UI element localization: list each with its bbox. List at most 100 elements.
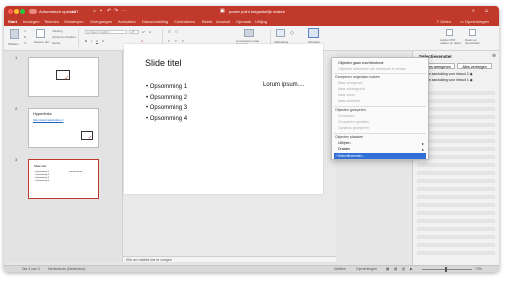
underline-icon[interactable]: U <box>96 39 98 43</box>
adobe-create-icon[interactable] <box>446 29 453 36</box>
smartart-icon[interactable] <box>244 29 254 37</box>
menu-item-group[interactable]: Groeperen <box>338 114 355 118</box>
slideshow-icon[interactable]: ▶ <box>410 267 413 271</box>
current-slide[interactable]: Slide titel • Opsomming 1 • Opsomming 2 … <box>124 44 323 194</box>
share-button[interactable]: ⇪ Delen <box>436 19 451 24</box>
menu-item-bring-front[interactable]: Naar voorgrond <box>338 81 362 85</box>
menu-item-backward[interactable]: Naar achteren <box>338 99 360 103</box>
thumbnail-number: 3 <box>15 157 18 162</box>
slide-bullet-list[interactable]: • Opsomming 1 • Opsomming 2 • Opsomming … <box>146 82 187 124</box>
tab-acrobat[interactable]: Acrobat <box>216 19 230 24</box>
language-indicator[interactable]: Nederlands (Nederland) <box>48 267 85 271</box>
slide-thumbnail-2[interactable]: Hyperlinks https://www.helpwindows.nl ✓ <box>28 108 99 148</box>
tab-overgangen[interactable]: Overgangen <box>90 19 112 24</box>
eye-icon[interactable]: ◉ <box>470 72 473 76</box>
tab-opmaak[interactable]: Opmaak <box>236 19 251 24</box>
tab-ontwerpen[interactable]: Ontwerpen <box>64 19 84 24</box>
italic-icon[interactable]: I <box>91 39 92 43</box>
minimize-window-button[interactable] <box>14 9 19 14</box>
tab-controleren[interactable]: Controleren <box>174 19 195 24</box>
menu-item-align[interactable]: Uitlijnen <box>338 141 350 145</box>
comments-status-button[interactable]: Opmerkingen <box>356 267 377 271</box>
slide-bullet: • Opsomming 2 <box>146 94 188 101</box>
notes-pane[interactable]: Klik om notities toe te voegen <box>123 256 336 262</box>
menu-item-ungroup[interactable]: Groeperen opheffen <box>338 120 369 124</box>
adobe-share-icon[interactable] <box>469 29 476 36</box>
shapes-icon[interactable]: ◇ <box>290 30 294 36</box>
align-left-icon[interactable]: ≡ <box>168 39 170 43</box>
slide-side-text[interactable]: Lorum ipsum.... <box>263 82 304 88</box>
slide-bullet: • Opsomming 3 <box>146 105 188 111</box>
picture-icon[interactable] <box>276 29 285 37</box>
slide-thumbnail-pane: 1 ✓ 2 Hyperlinks https://www.helpwindows… <box>4 51 123 262</box>
zoom-slider[interactable] <box>422 269 472 270</box>
more-icon[interactable]: ⋯ <box>122 8 127 14</box>
menu-item-regroup[interactable]: Opnieuw groeperen <box>338 126 369 130</box>
numbering-icon[interactable]: ☷ <box>175 30 178 34</box>
tab-animaties[interactable]: Animaties <box>118 19 136 24</box>
hide-all-button[interactable]: Alles verbergen <box>457 63 492 69</box>
undo-icon[interactable]: ↶ <box>107 8 111 14</box>
share-label: Delen <box>440 19 451 24</box>
tab-start[interactable]: Start <box>8 19 17 24</box>
arrange-icon[interactable] <box>308 28 319 38</box>
strikethrough-icon[interactable]: S <box>102 39 104 43</box>
account-icon[interactable]: ☺ <box>484 8 489 14</box>
font-color-icon[interactable]: A <box>141 39 143 43</box>
home-icon[interactable]: ⌂ <box>93 8 96 14</box>
zoom-window-button[interactable] <box>20 9 25 14</box>
selection-item[interactable]: Tijdelijke aanduiding voor inhoud 2 ◉ <box>418 72 496 77</box>
menu-item-selection-pane[interactable]: Selectievenster... <box>338 154 365 158</box>
bold-icon[interactable]: B <box>85 39 87 43</box>
notes-button[interactable]: Notities <box>334 267 346 271</box>
layout-button[interactable]: Indeling <box>52 29 63 33</box>
autosave-toggle[interactable] <box>29 9 37 14</box>
search-icon[interactable]: ⌕ <box>472 8 475 14</box>
thumbnail-number: 2 <box>15 106 18 111</box>
close-window-button[interactable] <box>8 9 13 14</box>
menu-item-forward[interactable]: Naar voren <box>338 93 355 97</box>
menu-heading-order: Groeperen ongedaan maken <box>335 75 380 79</box>
menu-item-select[interactable]: Objecten selecteren die eventueel te vin… <box>338 67 406 71</box>
copy-icon[interactable]: ⧉ <box>24 35 26 39</box>
reading-view-icon[interactable]: ▥ <box>402 267 405 271</box>
pane-row <box>417 171 495 175</box>
sorter-view-icon[interactable]: ▤ <box>394 267 397 271</box>
thumb3-side-text: Lorum ipsum... <box>69 171 84 173</box>
menu-item-rotate[interactable]: Draaien <box>338 147 350 151</box>
format-painter-icon[interactable]: ✎ <box>24 41 27 45</box>
comments-label: Opmerkingen <box>464 19 489 24</box>
tab-beeld[interactable]: Beeld <box>202 19 212 24</box>
close-pane-icon[interactable]: ⊗ <box>492 53 496 59</box>
menu-item-front[interactable]: Objecten gaan voor/tekstvoor <box>338 61 384 65</box>
font-name-field[interactable]: Lichaam (Calibri) <box>85 30 127 34</box>
align-right-icon[interactable]: ≡ <box>182 39 184 43</box>
new-slide-icon[interactable] <box>36 29 45 38</box>
align-center-icon[interactable]: ≡ <box>175 39 177 43</box>
bullets-icon[interactable]: ☰ <box>168 30 171 34</box>
tab-uitlijng[interactable]: Uitlijng <box>255 19 267 24</box>
paste-icon[interactable] <box>10 29 19 39</box>
slide-title[interactable]: Slide titel <box>145 58 182 68</box>
font-size-field[interactable]: 28 <box>129 30 139 34</box>
tab-diavoorstelling[interactable]: Diavoorstelling <box>142 19 168 24</box>
shrink-font-icon[interactable]: A⁻ <box>149 30 153 34</box>
eye-icon[interactable]: ◉ <box>470 78 473 82</box>
tab-tekenen[interactable]: Tekenen <box>44 19 59 24</box>
save-icon[interactable]: ▪ <box>100 8 102 14</box>
slide-thumbnail-3[interactable]: Slide titel • Opsomming 1 • Opsomming 2 … <box>28 159 99 199</box>
redo-icon[interactable]: ↷ <box>114 8 118 14</box>
tab-invoegen[interactable]: Invoegen <box>23 19 39 24</box>
thumb2-link: https://www.helpwindows.nl <box>33 119 64 122</box>
menu-item-send-back[interactable]: Naar achtergrond <box>338 87 365 91</box>
grow-font-icon[interactable]: A⁺ <box>142 30 146 34</box>
pane-row <box>417 227 495 231</box>
cut-icon[interactable]: ✂ <box>24 29 27 33</box>
reset-button[interactable]: Opnieuw instellen <box>52 35 76 39</box>
zoom-slider-thumb[interactable] <box>445 267 447 272</box>
section-button[interactable]: Sectie <box>52 41 60 45</box>
selection-item[interactable]: Tijdelijke aanduiding voor inhoud 1 ◉ <box>418 78 496 83</box>
comments-button[interactable]: ▭ Opmerkingen <box>460 19 489 24</box>
normal-view-icon[interactable]: ▦ <box>386 267 389 271</box>
slide-thumbnail-1[interactable]: ✓ <box>28 57 99 97</box>
